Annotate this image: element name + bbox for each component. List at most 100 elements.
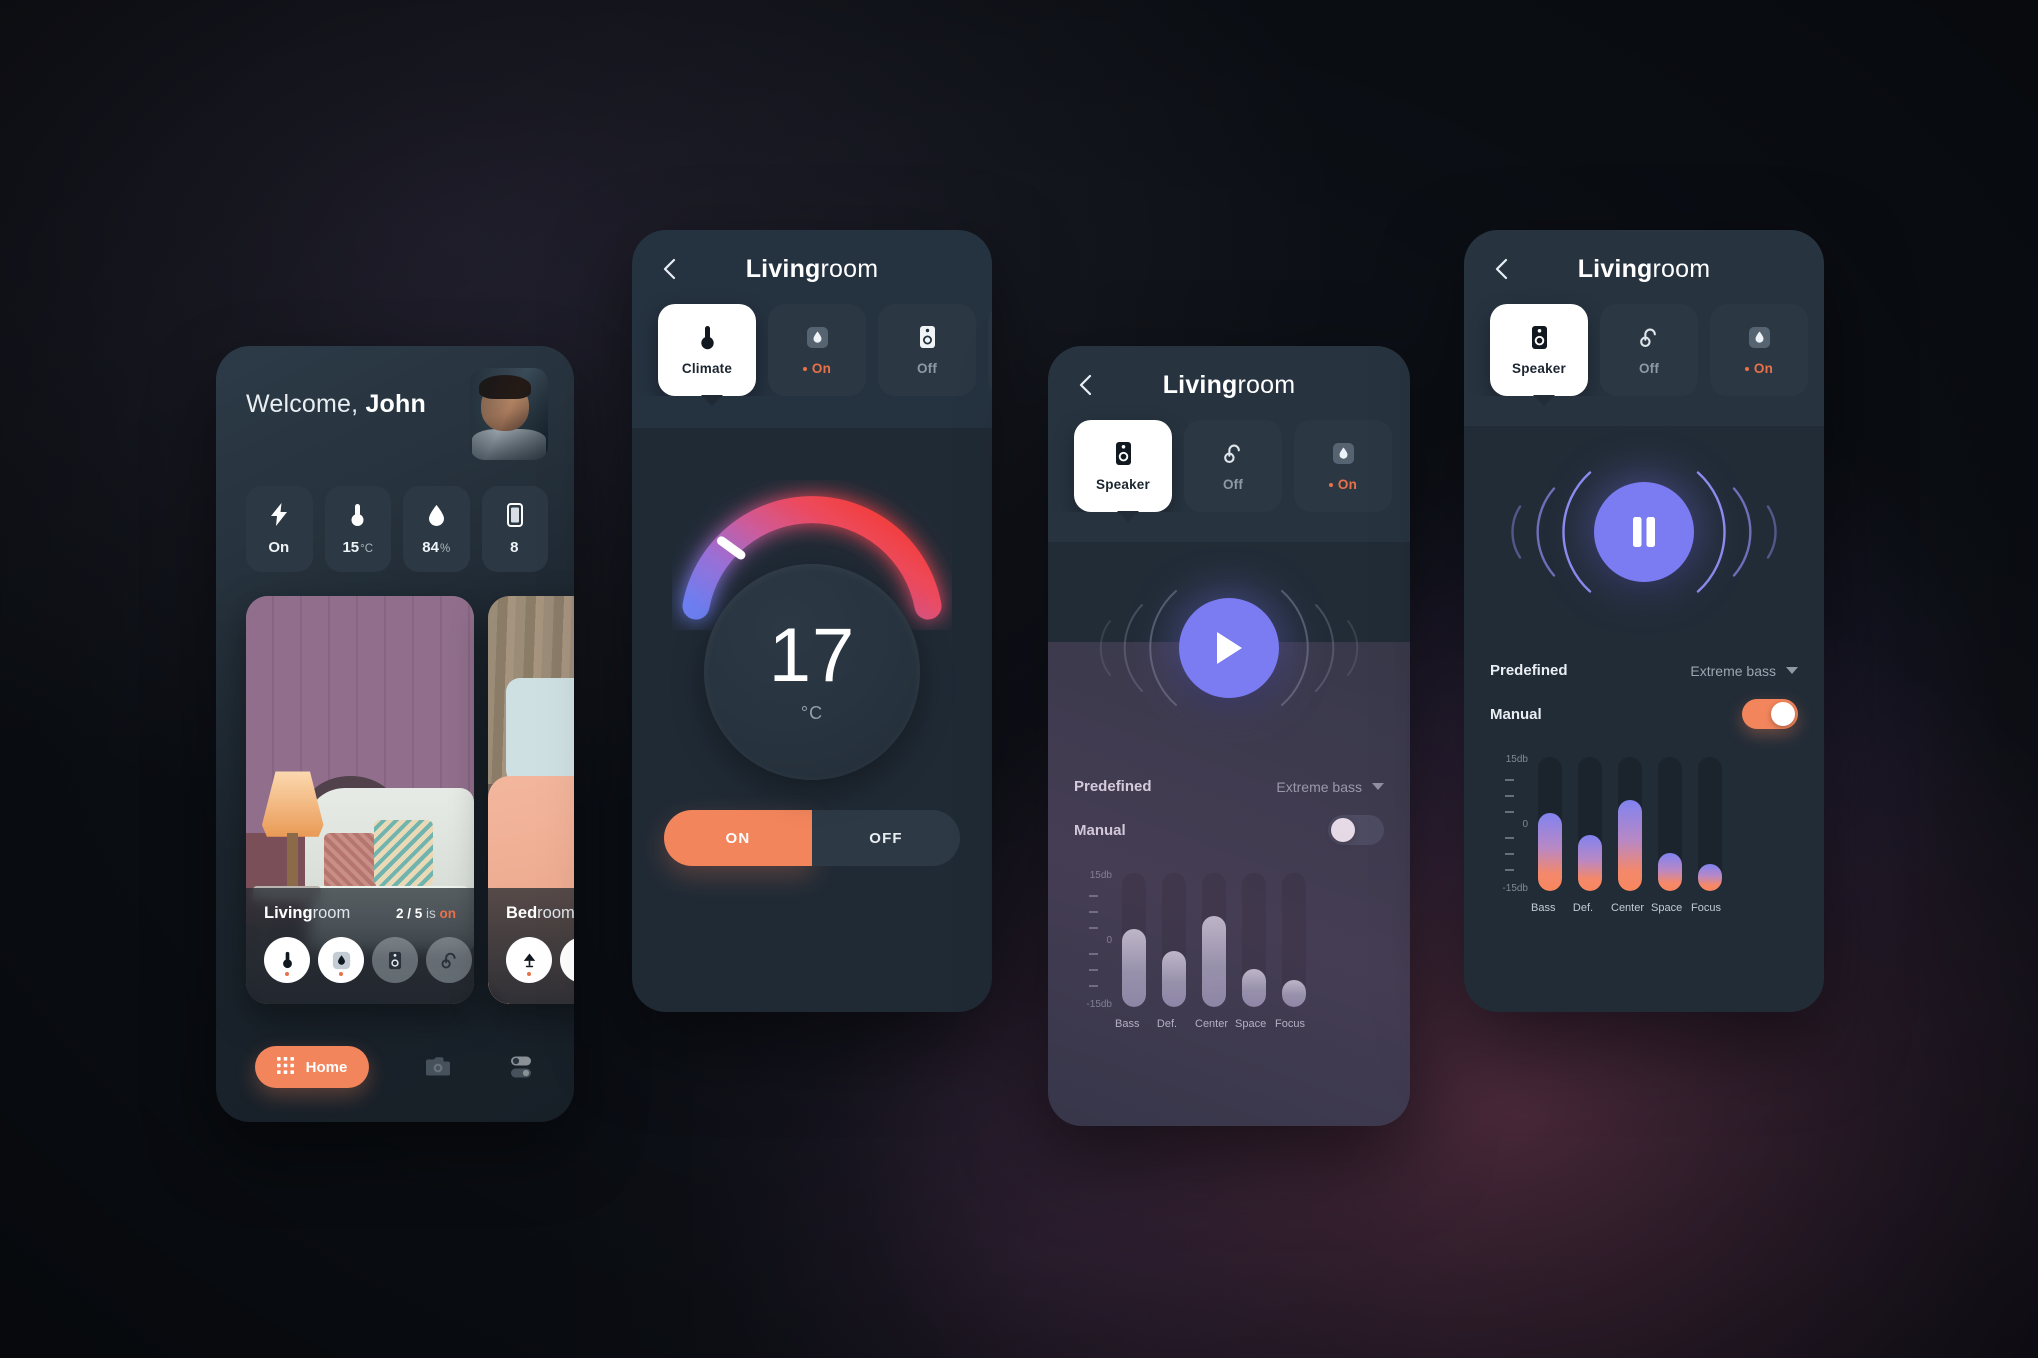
tab-humidifier[interactable]: On bbox=[1710, 304, 1808, 396]
power-segmented-control: ON OFF bbox=[664, 810, 960, 866]
scale-mid-label: 0 bbox=[1522, 819, 1528, 830]
room-card-list: Livingroom 2 / 5 is on Bedroom bbox=[216, 572, 574, 1004]
tab-speaker[interactable]: Off bbox=[878, 304, 976, 396]
device-on-dot bbox=[527, 972, 531, 976]
eq-bar-focus[interactable] bbox=[1698, 757, 1722, 891]
tab-lock[interactable]: Off bbox=[1184, 420, 1282, 512]
phone-climate-control: Livingroom Climate On Off 17 °C ON OFF bbox=[632, 230, 992, 1012]
equalizer-panel: Predefined Extreme bass Manual 15db 0 -1… bbox=[1048, 754, 1410, 1056]
back-button[interactable] bbox=[658, 256, 684, 282]
device-tab-strip: Speaker Off On bbox=[1464, 282, 1824, 396]
tab-label: On bbox=[1745, 361, 1773, 376]
lock-icon bbox=[1223, 440, 1243, 466]
header-bar: Livingroom bbox=[1048, 346, 1410, 399]
equalizer-labels: Bass Def. Center Space Focus bbox=[1531, 902, 1798, 914]
eq-label-focus: Focus bbox=[1275, 1018, 1305, 1030]
droplet-icon bbox=[428, 503, 445, 527]
device-toggle-lamp[interactable] bbox=[506, 937, 552, 983]
predefined-value: Extreme bass bbox=[1690, 662, 1776, 679]
phone-home-dashboard: Welcome, John On 15°C 84% 8 Livingroom 2… bbox=[216, 346, 574, 1122]
tab-speaker[interactable]: Speaker bbox=[1074, 420, 1172, 512]
photo-pillow-1 bbox=[323, 832, 376, 890]
tab-climate[interactable]: Climate bbox=[658, 304, 756, 396]
manual-row: Manual bbox=[1490, 699, 1798, 729]
device-on-dot bbox=[339, 972, 343, 976]
temperature-value: 17 bbox=[768, 612, 856, 698]
equalizer-bars bbox=[1122, 873, 1306, 1007]
stat-devices[interactable]: 8 bbox=[481, 486, 548, 572]
manual-toggle[interactable] bbox=[1742, 699, 1798, 729]
scale-bottom-label: -15db bbox=[1086, 999, 1112, 1010]
welcome-prefix: Welcome, bbox=[246, 390, 366, 418]
eq-bar-bass[interactable] bbox=[1122, 873, 1146, 1007]
nav-item-camera[interactable] bbox=[425, 1056, 451, 1078]
scale-bottom-label: -15db bbox=[1502, 883, 1528, 894]
humidifier-icon bbox=[1748, 324, 1771, 350]
climate-header-panel: Livingroom Climate On Off bbox=[632, 230, 992, 428]
photo-pillow bbox=[506, 677, 574, 784]
equalizer-chart: 15db 0 -15db bbox=[1074, 865, 1384, 1010]
predefined-row: Predefined Extreme bass bbox=[1490, 662, 1798, 679]
avatar[interactable] bbox=[470, 368, 548, 460]
device-toggle-thermostat[interactable] bbox=[264, 937, 310, 983]
eq-bar-focus[interactable] bbox=[1282, 873, 1306, 1007]
phone-speaker-playing: Livingroom Speaker Off On Predefined Ext… bbox=[1048, 346, 1410, 1126]
speaker-icon bbox=[919, 324, 936, 350]
device-toggle-humidifier[interactable] bbox=[318, 937, 364, 983]
stat-power-value: On bbox=[268, 538, 290, 556]
toggle-knob bbox=[1771, 702, 1795, 726]
speaker-icon bbox=[1531, 324, 1548, 350]
room-card-bedroom[interactable]: Bedroom bbox=[488, 596, 574, 1004]
tab-humidifier[interactable]: On bbox=[1294, 420, 1392, 512]
play-button[interactable] bbox=[1179, 598, 1279, 698]
play-icon bbox=[1217, 632, 1242, 664]
room-card-livingroom[interactable]: Livingroom 2 / 5 is on bbox=[246, 596, 474, 1004]
eq-bar-def[interactable] bbox=[1162, 873, 1186, 1007]
temperature-dial[interactable]: 17 °C bbox=[632, 480, 992, 810]
tab-humidifier[interactable]: On bbox=[768, 304, 866, 396]
tab-speaker[interactable]: Speaker bbox=[1490, 304, 1588, 396]
eq-bar-def[interactable] bbox=[1578, 757, 1602, 891]
equalizer-labels: Bass Def. Center Space Focus bbox=[1115, 1018, 1384, 1030]
predefined-value: Extreme bass bbox=[1276, 778, 1362, 795]
predefined-dropdown[interactable]: Extreme bass bbox=[1276, 779, 1384, 795]
tab-lock[interactable] bbox=[988, 304, 992, 396]
eq-bar-space[interactable] bbox=[1242, 873, 1266, 1007]
manual-toggle[interactable] bbox=[1328, 815, 1384, 845]
tab-label: Off bbox=[1222, 477, 1244, 492]
room-info-livingroom: Livingroom 2 / 5 is on bbox=[246, 888, 474, 1004]
welcome-username: John bbox=[365, 390, 426, 418]
active-tab-notch bbox=[701, 395, 723, 406]
tab-lock[interactable]: Off bbox=[1600, 304, 1698, 396]
eq-bar-center[interactable] bbox=[1202, 873, 1226, 1007]
eq-bar-space[interactable] bbox=[1658, 757, 1682, 891]
device-toggle-lock[interactable] bbox=[426, 937, 472, 983]
back-arrow-icon bbox=[1495, 258, 1508, 280]
eq-bar-center[interactable] bbox=[1618, 757, 1642, 891]
pause-button[interactable] bbox=[1594, 482, 1694, 582]
back-button[interactable] bbox=[1490, 256, 1516, 282]
nav-item-home[interactable]: Home bbox=[254, 1046, 370, 1088]
stat-temperature[interactable]: 15°C bbox=[324, 486, 391, 572]
predefined-dropdown[interactable]: Extreme bass bbox=[1690, 663, 1798, 679]
speaker-header-panel: Livingroom Speaker Off On bbox=[1048, 346, 1410, 542]
temperature-unit: °C bbox=[800, 703, 824, 724]
power-off-button[interactable]: OFF bbox=[812, 810, 960, 866]
eq-label-bass: Bass bbox=[1115, 1018, 1140, 1030]
power-on-button[interactable]: ON bbox=[664, 810, 812, 866]
back-button[interactable] bbox=[1074, 372, 1100, 398]
device-on-dot bbox=[285, 972, 289, 976]
photo-pillow-2 bbox=[373, 820, 433, 886]
stat-power[interactable]: On bbox=[246, 486, 313, 572]
scale-top-label: 15db bbox=[1505, 754, 1528, 765]
device-toggle-speaker[interactable] bbox=[372, 937, 418, 983]
eq-bar-bass[interactable] bbox=[1538, 757, 1562, 891]
device-toggle-speaker[interactable] bbox=[560, 937, 574, 983]
page-title: Livingroom bbox=[1577, 254, 1711, 283]
equalizer-panel: Predefined Extreme bass Manual 15db 0 -1… bbox=[1464, 638, 1824, 940]
nav-item-toggles[interactable] bbox=[507, 1055, 535, 1079]
stat-humidity[interactable]: 84% bbox=[403, 486, 470, 572]
welcome-text: Welcome, John bbox=[246, 390, 426, 419]
dial-face: 17 °C bbox=[704, 564, 920, 780]
equalizer-scale: 15db 0 -15db bbox=[1490, 754, 1528, 894]
